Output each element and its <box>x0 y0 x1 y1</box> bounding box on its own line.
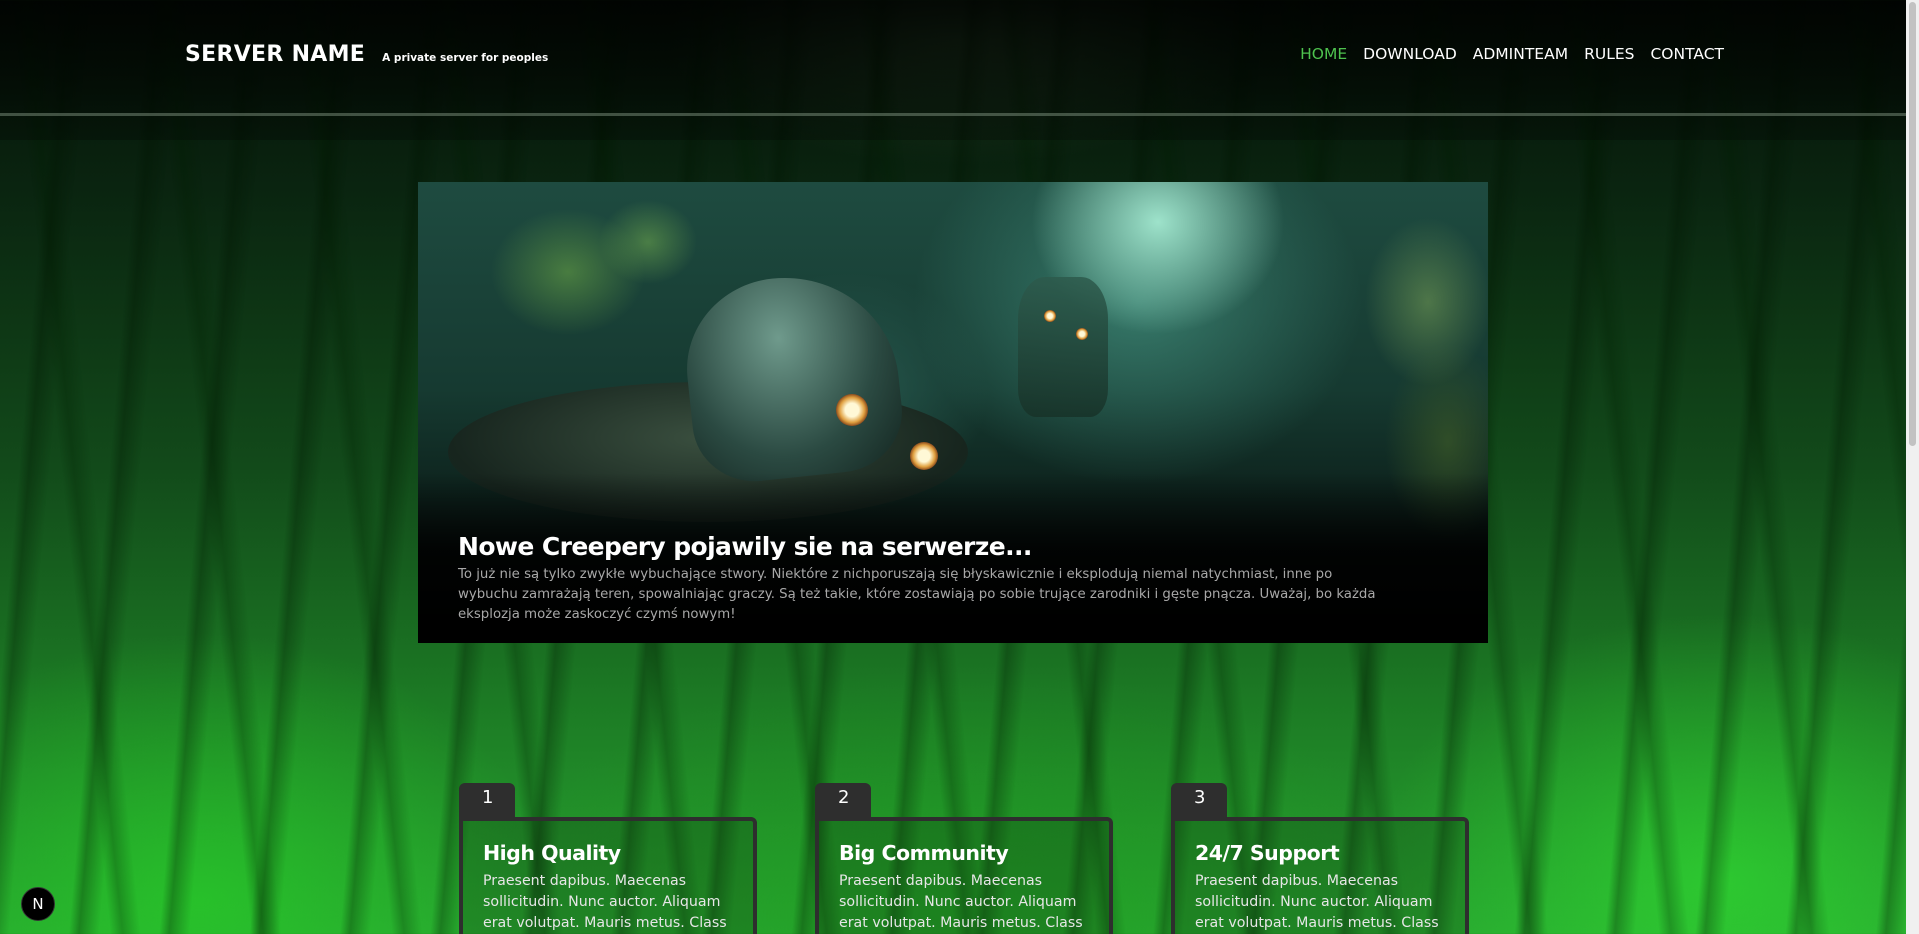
nav-adminteam[interactable]: ADMINTEAM <box>1473 45 1568 63</box>
dev-tools-badge[interactable]: N <box>21 887 55 921</box>
feature-box: High Quality Praesent dapibus. Maecenas … <box>459 817 757 934</box>
site-title[interactable]: SERVER NAME <box>185 42 365 67</box>
creature-eye <box>910 442 938 470</box>
feature-box: 24/7 Support Praesent dapibus. Maecenas … <box>1171 817 1469 934</box>
feature-card-big-community: 2 Big Community Praesent dapibus. Maecen… <box>815 783 1113 934</box>
hero-banner: Nowe Creepery pojawily sie na serwerze..… <box>418 182 1488 643</box>
brand: SERVER NAME A private server for peoples <box>185 42 548 67</box>
feature-title: Big Community <box>839 841 1009 865</box>
main-nav: HOME DOWNLOAD ADMINTEAM RULES CONTACT <box>1300 45 1724 63</box>
feature-title: 24/7 Support <box>1195 841 1340 865</box>
nav-contact[interactable]: CONTACT <box>1650 45 1724 63</box>
hero-text: To już nie są tylko zwykłe wybuchające s… <box>458 567 1376 622</box>
nav-home[interactable]: HOME <box>1300 45 1347 63</box>
hero-title: Nowe Creepery pojawily sie na serwerze..… <box>458 532 1032 561</box>
feature-card-high-quality: 1 High Quality Praesent dapibus. Maecena… <box>459 783 757 934</box>
feature-title: High Quality <box>483 841 621 865</box>
page-scrollbar[interactable] <box>1906 0 1919 934</box>
creature-eye <box>1076 328 1088 340</box>
feature-number: 3 <box>1171 783 1227 817</box>
site-header: SERVER NAME A private server for peoples… <box>0 0 1906 116</box>
creature-eye <box>836 394 868 426</box>
feature-card-support: 3 24/7 Support Praesent dapibus. Maecena… <box>1171 783 1469 934</box>
feature-number: 1 <box>459 783 515 817</box>
feature-text: Praesent dapibus. Maecenas sollicitudin.… <box>839 873 1083 931</box>
feature-text: Praesent dapibus. Maecenas sollicitudin.… <box>483 873 727 931</box>
feature-box: Big Community Praesent dapibus. Maecenas… <box>815 817 1113 934</box>
nav-download[interactable]: DOWNLOAD <box>1363 45 1457 63</box>
creature-eye <box>1044 310 1056 322</box>
site-tagline: A private server for peoples <box>382 52 549 64</box>
feature-number: 2 <box>815 783 871 817</box>
background-creature <box>1018 277 1108 417</box>
feature-text: Praesent dapibus. Maecenas sollicitudin.… <box>1195 873 1439 931</box>
scrollbar-thumb[interactable] <box>1909 2 1916 446</box>
nav-rules[interactable]: RULES <box>1584 45 1634 63</box>
hero-caption: Nowe Creepery pojawily sie na serwerze..… <box>458 532 1378 625</box>
